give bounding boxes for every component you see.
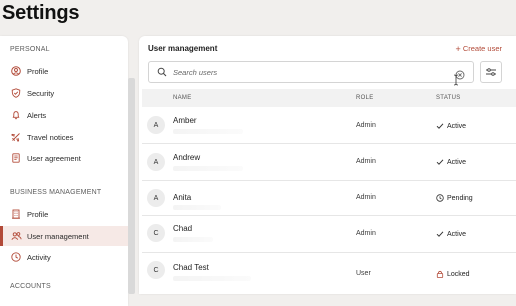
user-name: Amber xyxy=(173,116,197,125)
sidebar-item-label: Profile xyxy=(27,209,49,219)
user-name: Andrew xyxy=(173,153,201,162)
settings-sidebar: PERSONAL Profile Security Alerts Travel … xyxy=(0,36,128,306)
user-role: Admin xyxy=(356,122,376,129)
user-status: Active xyxy=(436,230,466,238)
avatar: C xyxy=(147,261,165,279)
sidebar-item-security[interactable]: Security xyxy=(0,83,128,103)
status-label: Active xyxy=(447,158,467,166)
document-icon xyxy=(10,152,22,164)
plus-icon: + xyxy=(455,43,461,54)
user-name: Anita xyxy=(173,193,192,202)
page-title: Settings xyxy=(2,2,80,24)
sidebar-item-label: User management xyxy=(27,231,89,241)
sidebar-scrollbar[interactable] xyxy=(128,78,135,294)
table-row[interactable]: C Chad Admin Active xyxy=(142,216,516,253)
search-box xyxy=(148,61,474,83)
create-user-button[interactable]: + Create user xyxy=(456,44,502,53)
check-icon xyxy=(436,122,444,130)
sidebar-item-label: Travel notices xyxy=(27,132,74,142)
user-status: Active xyxy=(436,158,466,166)
sidebar-item-user-agreement[interactable]: User agreement xyxy=(0,148,128,168)
sidebar-item-label: Activity xyxy=(27,252,51,262)
user-role: Admin xyxy=(356,230,376,237)
sidebar-item-label: User agreement xyxy=(27,153,81,163)
avatar: A xyxy=(147,153,165,171)
bell-icon xyxy=(10,109,22,121)
check-icon xyxy=(436,158,444,166)
check-icon xyxy=(436,230,444,238)
building-icon xyxy=(10,208,22,220)
user-status: Active xyxy=(436,122,466,130)
section-heading-personal: PERSONAL xyxy=(10,46,50,53)
section-heading-business-management: BUSINESS MANAGEMENT xyxy=(10,189,102,196)
sidebar-item-business-profile[interactable]: Profile xyxy=(0,204,128,224)
filter-button[interactable] xyxy=(480,61,502,83)
column-header-status[interactable]: STATUS xyxy=(436,95,461,101)
blurred-email xyxy=(173,129,243,134)
blurred-email xyxy=(173,166,243,171)
avatar: C xyxy=(147,224,165,242)
column-header-role[interactable]: ROLE xyxy=(356,95,374,101)
blurred-email xyxy=(173,276,251,281)
sidebar-item-label: Alerts xyxy=(27,110,47,120)
column-header-name[interactable]: NAME xyxy=(173,95,192,101)
clock-icon xyxy=(436,194,444,202)
user-circle-icon xyxy=(10,65,22,77)
plane-icon xyxy=(10,131,22,143)
text-cursor-icon xyxy=(453,73,459,86)
sidebar-item-travel-notices[interactable]: Travel notices xyxy=(0,127,128,147)
user-role: User xyxy=(356,270,371,277)
table-row[interactable]: A Amber Admin Active xyxy=(142,107,516,144)
table-header: NAME ROLE STATUS xyxy=(142,89,516,107)
sidebar-item-activity[interactable]: Activity xyxy=(0,247,128,267)
table-row[interactable]: A Andrew Admin Active xyxy=(142,144,516,181)
sidebar-item-label: Profile xyxy=(27,66,49,76)
user-name: Chad Test xyxy=(173,263,209,272)
status-label: Locked xyxy=(447,270,470,278)
lock-icon xyxy=(436,270,444,278)
search-input[interactable] xyxy=(173,67,433,77)
user-name: Chad xyxy=(173,224,193,233)
avatar: A xyxy=(147,116,165,134)
panel-title: User management xyxy=(148,44,218,53)
clock-icon xyxy=(10,251,22,263)
status-label: Pending xyxy=(447,194,473,202)
status-label: Active xyxy=(447,122,467,130)
user-role: Admin xyxy=(356,158,376,165)
user-status: Pending xyxy=(436,194,473,202)
section-heading-accounts: ACCOUNTS xyxy=(10,283,51,290)
users-icon xyxy=(10,230,22,242)
blurred-email xyxy=(173,237,213,242)
sliders-icon xyxy=(485,67,497,77)
sidebar-item-user-management[interactable]: User management xyxy=(0,226,128,246)
search-icon xyxy=(157,67,167,77)
user-role: Admin xyxy=(356,194,376,201)
status-label: Active xyxy=(447,230,467,238)
sidebar-item-alerts[interactable]: Alerts xyxy=(0,105,128,125)
table-row[interactable]: C Chad Test User Locked xyxy=(142,253,516,294)
avatar: A xyxy=(147,189,165,207)
blurred-email xyxy=(173,205,221,210)
user-status: Locked xyxy=(436,270,470,278)
sidebar-item-profile[interactable]: Profile xyxy=(0,61,128,81)
sidebar-item-label: Security xyxy=(27,88,55,98)
shield-icon xyxy=(10,87,22,99)
create-user-label: Create user xyxy=(462,44,502,53)
table-row[interactable]: A Anita Admin Pending xyxy=(142,181,516,216)
user-management-panel: User management + Create user NAME ROLE … xyxy=(139,36,516,294)
